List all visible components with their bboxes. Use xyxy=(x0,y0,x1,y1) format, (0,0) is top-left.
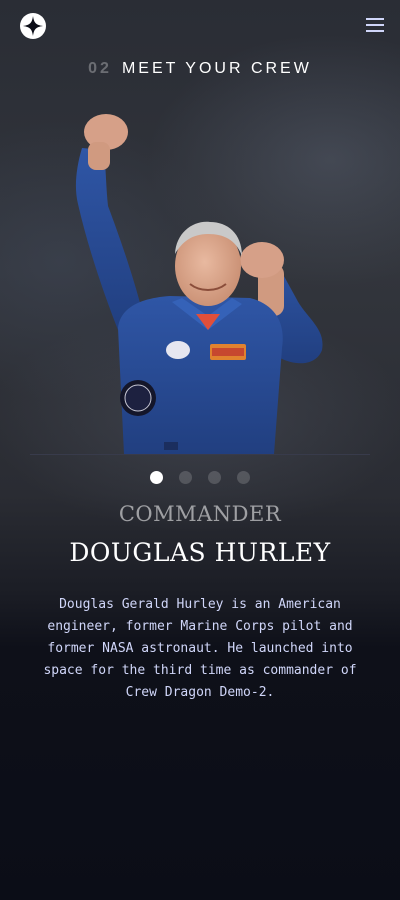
image-divider xyxy=(30,454,370,455)
hamburger-menu-icon[interactable] xyxy=(366,16,384,34)
crew-name: DOUGLAS HURLEY xyxy=(69,538,331,567)
crew-pagination xyxy=(150,471,252,484)
crew-role: COMMANDER xyxy=(118,502,282,526)
crew-member-photo xyxy=(75,114,323,454)
crew-dot-4[interactable] xyxy=(237,471,250,484)
page-heading: 02 MEET YOUR CREW xyxy=(0,60,400,78)
menu-line xyxy=(366,24,384,26)
page-heading-number: 02 xyxy=(88,60,112,77)
crew-bio: Douglas Gerald Hurley is an American eng… xyxy=(43,597,357,700)
logo[interactable] xyxy=(20,13,46,39)
page-heading-text: MEET YOUR CREW xyxy=(121,60,312,77)
crew-dot-3[interactable] xyxy=(208,471,221,484)
menu-line xyxy=(366,18,384,20)
star-logo-icon xyxy=(23,16,43,36)
menu-line xyxy=(366,30,384,32)
crew-dot-1[interactable] xyxy=(150,471,163,484)
crew-dot-2[interactable] xyxy=(179,471,192,484)
